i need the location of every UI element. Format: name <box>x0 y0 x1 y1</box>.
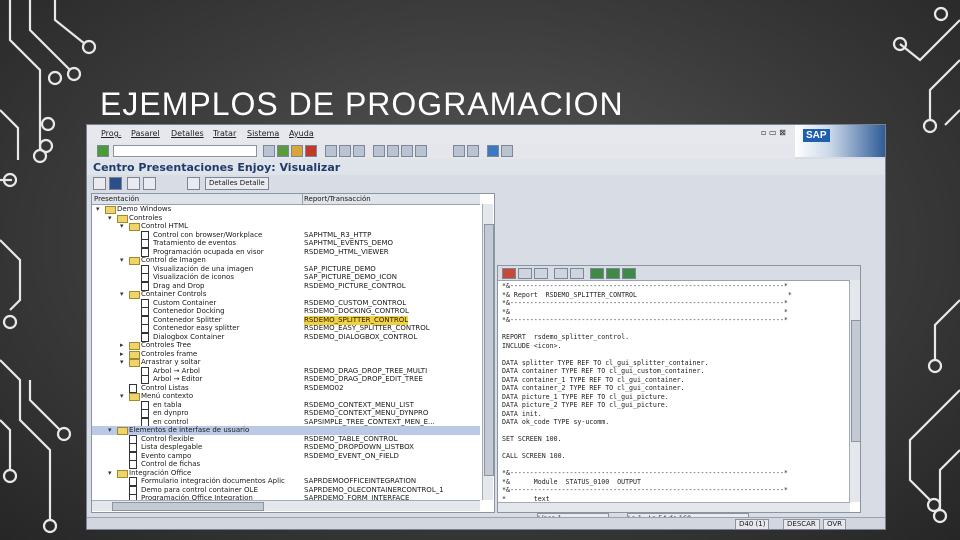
help-icon[interactable] <box>487 145 499 157</box>
code-line[interactable] <box>502 325 842 334</box>
code-line[interactable]: *&--------------------------------------… <box>502 486 842 495</box>
tree-horizontal-scrollbar[interactable] <box>92 500 480 511</box>
menu-pasarel[interactable]: Pasarel <box>131 129 160 138</box>
standard-toolbar <box>87 143 795 159</box>
scroll-thumb[interactable] <box>484 224 494 476</box>
sap-logo: SAP <box>795 125 885 157</box>
detail-button[interactable]: Detalles Detalle <box>205 177 269 190</box>
sap-window: Prog. Pasarel Detalles Tratar Sistema Ay… <box>86 124 886 530</box>
status-system[interactable]: D40 (1) <box>735 519 770 529</box>
menu-prog[interactable]: Prog. <box>101 129 121 138</box>
menu-bar: Prog. Pasarel Detalles Tratar Sistema Ay… <box>87 125 885 143</box>
status-bar: D40 (1) DESCAR OVR <box>87 517 885 529</box>
code-lines[interactable]: *&--------------------------------------… <box>502 282 842 520</box>
back-icon[interactable] <box>277 145 289 157</box>
editor-toolbar <box>498 266 860 281</box>
menu-sistema[interactable]: Sistema <box>247 129 279 138</box>
menu-ayuda[interactable]: Ayuda <box>289 129 314 138</box>
menu-tratar[interactable]: Tratar <box>213 129 236 138</box>
shortcut-icon[interactable] <box>467 145 479 157</box>
tree-panel: Presentación Report/Transacción ▾ Demo Wi… <box>91 193 495 513</box>
code-line[interactable]: DATA ok_code TYPE sy-ucomm. <box>502 418 842 427</box>
code-line[interactable]: DATA container TYPE REF TO cl_gui_custom… <box>502 367 842 376</box>
column-header-report[interactable]: Report/Transacción <box>304 195 371 203</box>
code-line[interactable]: DATA picture_2 TYPE REF TO cl_gui_pictur… <box>502 401 842 410</box>
first-page-icon[interactable] <box>373 145 385 157</box>
new-session-icon[interactable] <box>453 145 465 157</box>
screen-title: Centro Presentaciones Enjoy: Visualizar <box>93 161 341 174</box>
column-header-presentation[interactable]: Presentación <box>94 195 139 203</box>
load-icon[interactable] <box>590 268 604 279</box>
select-icon[interactable] <box>518 268 532 279</box>
status-client: DESCAR <box>783 519 820 529</box>
window-controls[interactable]: ▫ ▭ ⊠ <box>761 128 786 137</box>
last-page-icon[interactable] <box>415 145 427 157</box>
code-line[interactable]: *&--------------------------------------… <box>502 299 842 308</box>
code-line[interactable]: CALL SCREEN 100. <box>502 452 842 461</box>
collapse-icon[interactable] <box>143 177 156 190</box>
tree-icon[interactable] <box>187 177 200 190</box>
code-line[interactable]: DATA container_2 TYPE REF TO cl_gui_cont… <box>502 384 842 393</box>
menu-detalles[interactable]: Detalles <box>171 129 204 138</box>
scroll-thumb[interactable] <box>112 502 264 511</box>
code-line[interactable]: *& Module STATUS_0100 OUTPUT <box>502 478 842 487</box>
code-line[interactable]: REPORT rsdemo_splitter_control. <box>502 333 842 342</box>
save-icon[interactable] <box>263 145 275 157</box>
prev-page-icon[interactable] <box>387 145 399 157</box>
scroll-thumb[interactable] <box>851 320 861 442</box>
copy-icon[interactable] <box>534 268 548 279</box>
code-line[interactable]: *&--------------------------------------… <box>502 469 842 478</box>
code-line[interactable]: *& * <box>502 308 842 317</box>
stop-icon[interactable] <box>502 268 516 279</box>
column-separator[interactable] <box>302 194 303 204</box>
exit-icon[interactable] <box>291 145 303 157</box>
expand-icon[interactable] <box>127 177 140 190</box>
code-line[interactable]: DATA picture_1 TYPE REF TO cl_gui_pictur… <box>502 393 842 402</box>
code-line[interactable]: *&--------------------------------------… <box>502 316 842 325</box>
find-icon[interactable] <box>339 145 351 157</box>
code-line[interactable]: DATA container_1 TYPE REF TO cl_gui_cont… <box>502 376 842 385</box>
application-toolbar: Detalles Detalle <box>87 175 885 191</box>
layout-icon[interactable] <box>501 145 513 157</box>
code-line[interactable] <box>502 461 842 470</box>
editor-vertical-scrollbar[interactable] <box>849 280 861 502</box>
editor-horizontal-scrollbar[interactable] <box>498 502 850 512</box>
code-line[interactable] <box>502 350 842 359</box>
code-line[interactable]: SET SCREEN 100. <box>502 435 842 444</box>
find-next-icon[interactable] <box>353 145 365 157</box>
code-editor-panel: *&--------------------------------------… <box>497 265 861 520</box>
slide-title: EJEMPLOS DE PROGRAMACION <box>100 86 624 122</box>
command-field[interactable] <box>113 145 257 157</box>
find-icon[interactable] <box>554 268 568 279</box>
next-page-icon[interactable] <box>401 145 413 157</box>
cancel-icon[interactable] <box>305 145 317 157</box>
code-line[interactable] <box>502 444 842 453</box>
tree-header: Presentación Report/Transacción <box>92 194 480 205</box>
enter-icon[interactable] <box>97 145 109 157</box>
code-line[interactable]: INCLUDE <icon>. <box>502 342 842 351</box>
code-line[interactable]: *& Report RSDEMO_SPLITTER_CONTROL * <box>502 291 842 300</box>
code-line[interactable]: *&--------------------------------------… <box>502 282 842 291</box>
code-line[interactable]: DATA init. <box>502 410 842 419</box>
status-mode: OVR <box>823 519 847 529</box>
list-icon[interactable] <box>109 177 122 190</box>
screen-title-bar: Centro Presentaciones Enjoy: Visualizar <box>87 159 885 176</box>
code-line[interactable] <box>502 427 842 436</box>
print-icon[interactable] <box>325 145 337 157</box>
display-icon[interactable] <box>93 177 106 190</box>
upload-icon[interactable] <box>622 268 636 279</box>
sap-logo-text: SAP <box>803 129 830 142</box>
find-next-icon[interactable] <box>570 268 584 279</box>
download-icon[interactable] <box>606 268 620 279</box>
tree-vertical-scrollbar[interactable] <box>482 204 494 500</box>
code-line[interactable]: DATA splitter TYPE REF TO cl_gui_splitte… <box>502 359 842 368</box>
